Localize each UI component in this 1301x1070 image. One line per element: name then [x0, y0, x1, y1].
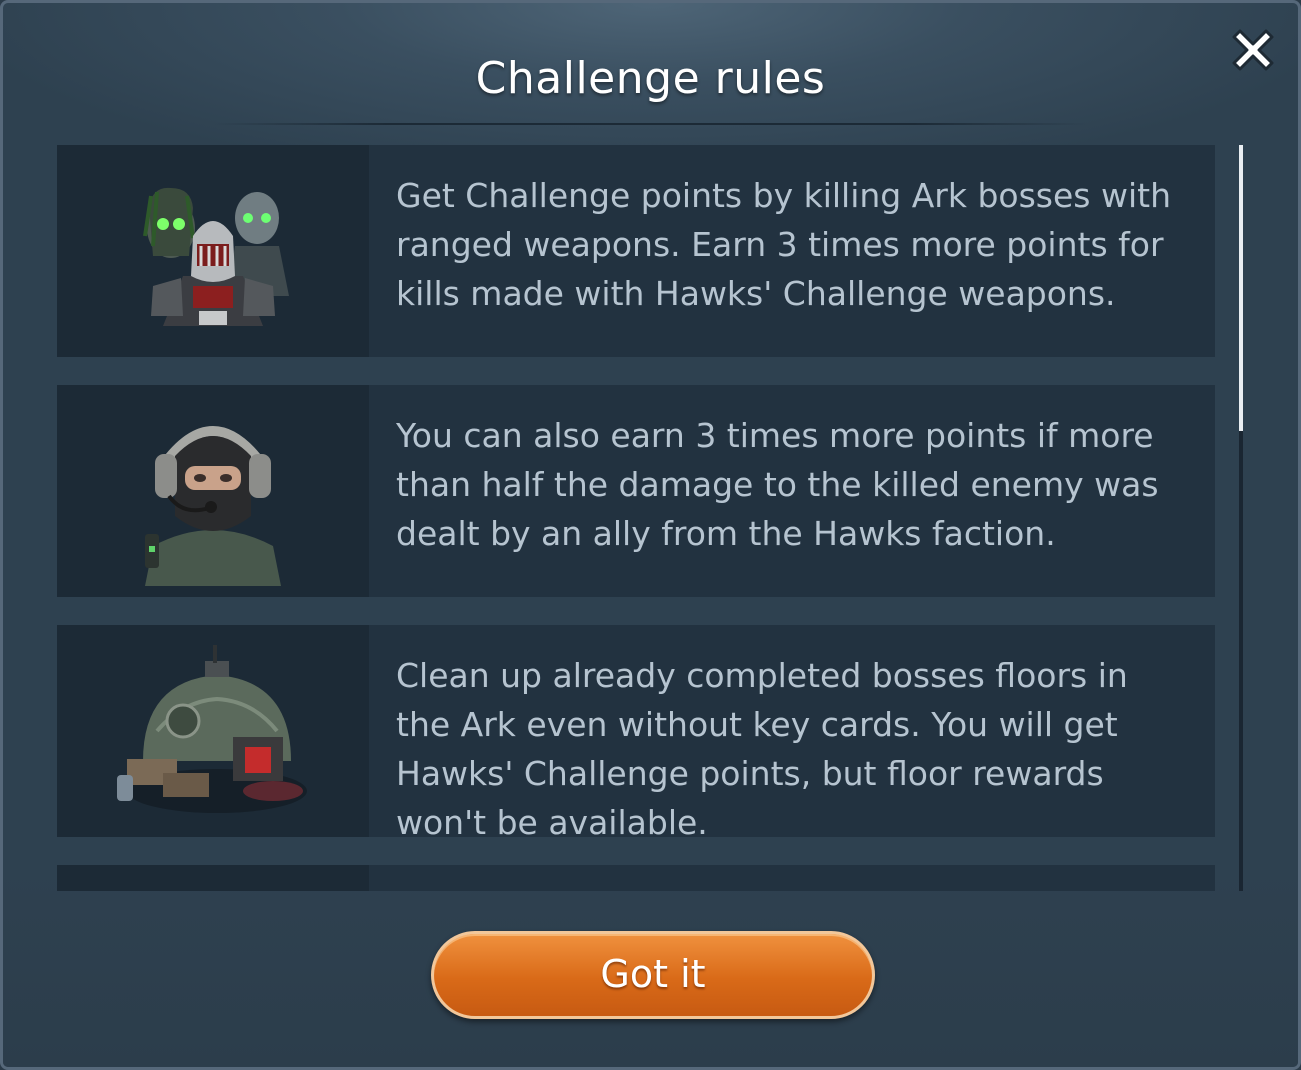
- dialog-title: Challenge rules: [475, 53, 826, 104]
- rule-thumbnail: [57, 865, 369, 891]
- scrollbar-thumb[interactable]: [1239, 145, 1243, 431]
- ark-bunker-icon: [117, 645, 307, 813]
- rule-thumbnail: [57, 625, 369, 837]
- rule-thumbnail: [57, 145, 369, 357]
- rule-text: Clean up already completed bosses floors…: [396, 656, 1128, 842]
- rule-card: [57, 865, 1215, 891]
- close-icon: [1232, 29, 1274, 71]
- rule-text: You can also earn 3 times more points if…: [396, 416, 1159, 553]
- hawks-soldier-icon: [145, 426, 281, 586]
- challenge-rules-dialog: Challenge rules Get Challenge points by …: [0, 0, 1301, 1070]
- rule-text: [369, 865, 436, 891]
- rule-thumbnail: [57, 385, 369, 597]
- rules-list[interactable]: Get Challenge points by killing Ark boss…: [57, 145, 1215, 891]
- rule-text: Get Challenge points by killing Ark boss…: [396, 176, 1171, 313]
- scrollbar[interactable]: [1239, 145, 1243, 891]
- rule-card: You can also earn 3 times more points if…: [57, 385, 1215, 597]
- title-divider: [213, 123, 1088, 125]
- rule-card: Get Challenge points by killing Ark boss…: [57, 145, 1215, 357]
- bosses-group-icon: [143, 187, 289, 326]
- got-it-button[interactable]: Got it: [431, 931, 875, 1019]
- close-button[interactable]: [1226, 23, 1280, 77]
- rule-card: Clean up already completed bosses floors…: [57, 625, 1215, 842]
